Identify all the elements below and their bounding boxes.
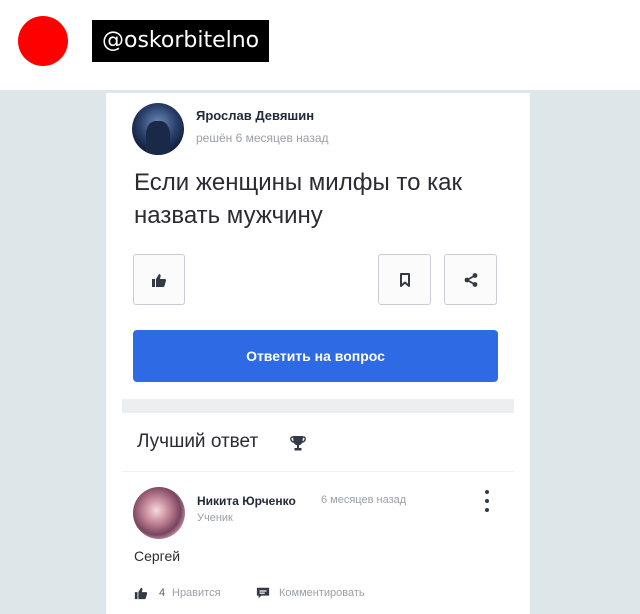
like-link[interactable]: Нравится [172, 587, 221, 599]
question-author-name[interactable]: Ярослав Девяшин [196, 108, 314, 123]
answer-author-rank: Ученик [197, 512, 233, 524]
trophy-icon [290, 436, 306, 451]
share-button[interactable] [444, 254, 497, 305]
like-button[interactable] [133, 254, 185, 305]
answer-author-name[interactable]: Никита Юрченко [197, 494, 296, 508]
section-divider [122, 399, 514, 413]
thumbs-up-icon [152, 273, 166, 287]
more-vertical-icon[interactable] [483, 490, 491, 512]
question-text: Если женщины милфы то как назвать мужчин… [134, 169, 462, 229]
question-time: решён 6 месяцев назад [196, 131, 329, 145]
account-handle: @oskorbitelno [92, 20, 270, 62]
comment-icon[interactable] [256, 586, 270, 600]
share-icon [464, 272, 477, 287]
answer-author-avatar[interactable] [133, 487, 185, 539]
best-answer-title: Лучший ответ [137, 431, 259, 452]
red-dot [18, 16, 68, 66]
bookmark-icon [399, 272, 410, 287]
answer-question-button[interactable]: Ответить на вопрос [133, 330, 498, 382]
author-avatar[interactable] [132, 103, 184, 155]
thumbs-up-icon[interactable] [134, 586, 148, 600]
comment-link[interactable]: Комментировать [279, 587, 365, 599]
answer-time: 6 месяцев назад [321, 494, 407, 506]
like-count: 4 [159, 587, 166, 599]
top-bar: @oskorbitelno [0, 0, 640, 90]
answer-text: Сергей [134, 548, 181, 564]
bookmark-button[interactable] [378, 254, 431, 305]
answer-separator [122, 471, 514, 472]
